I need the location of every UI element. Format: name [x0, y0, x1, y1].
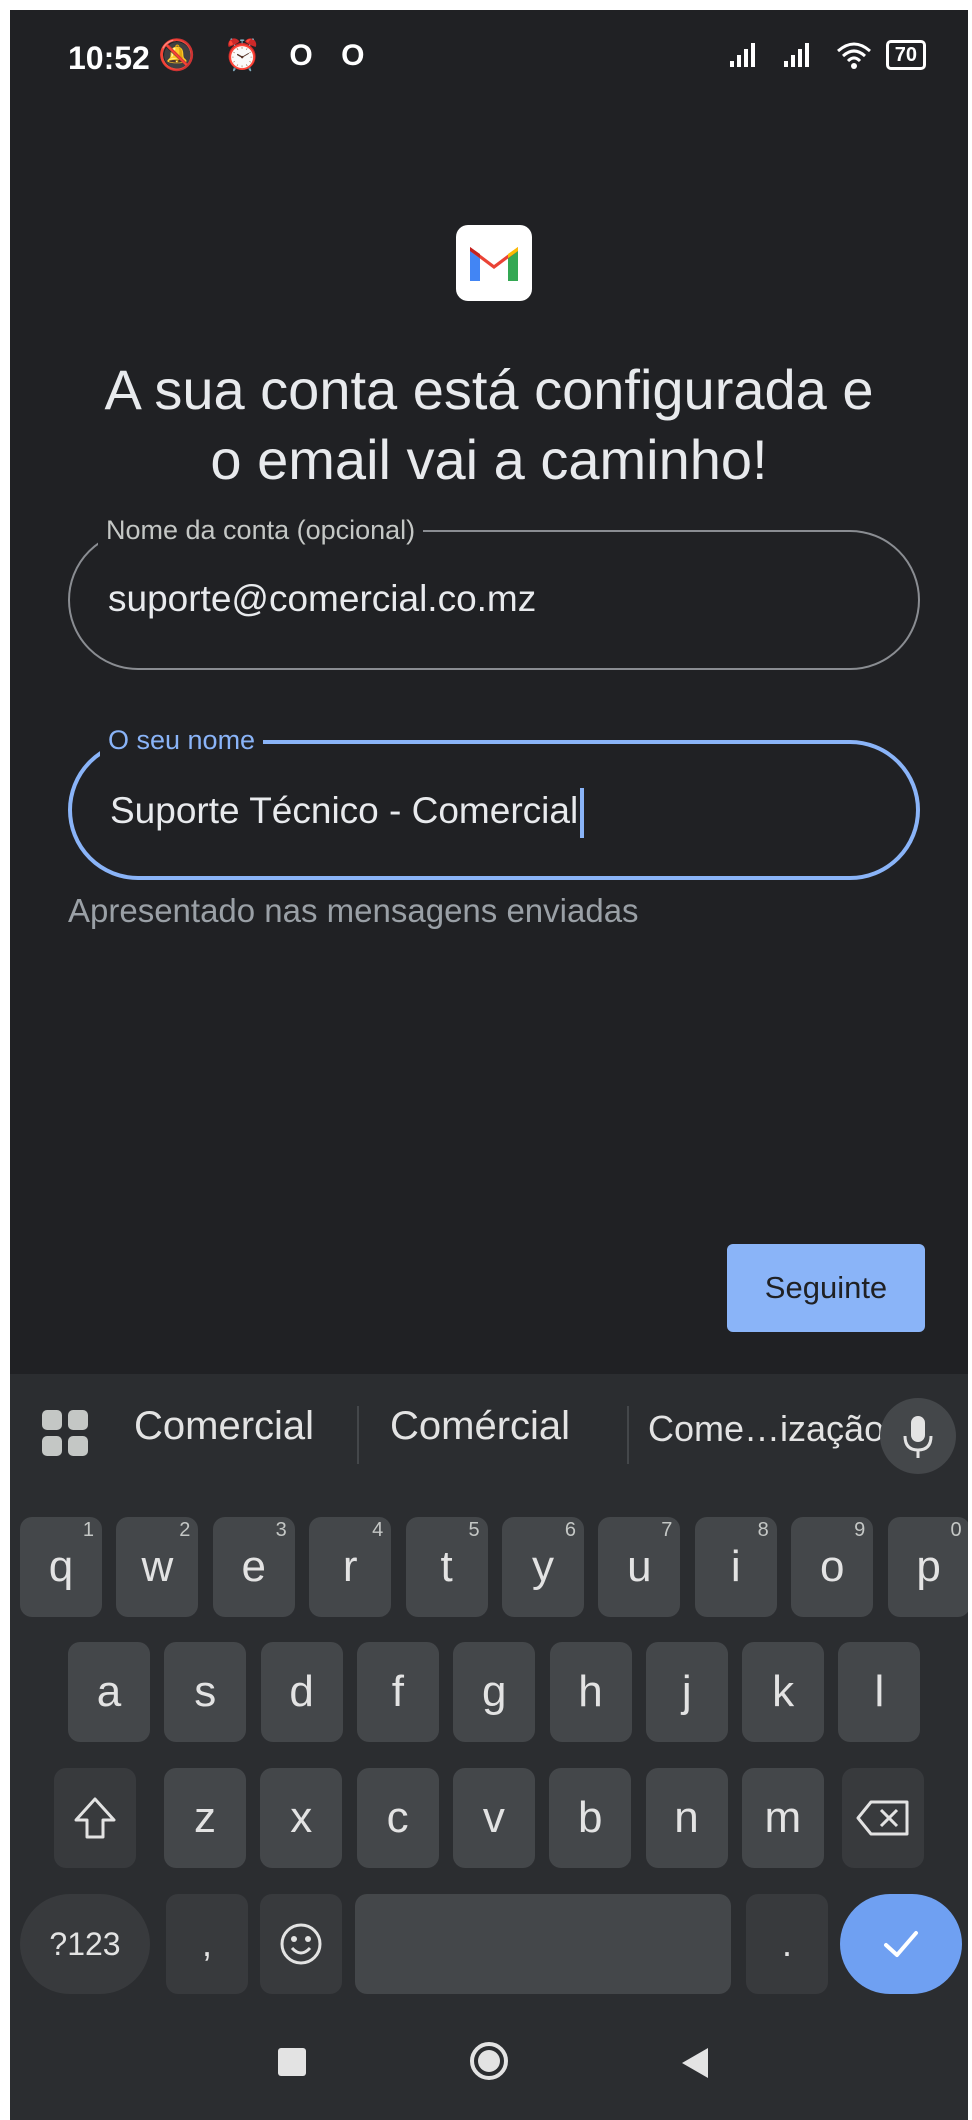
key-label: p [916, 1542, 941, 1591]
account-name-field[interactable]: Nome da conta (opcional) suporte@comerci… [68, 512, 920, 670]
page-title: A sua conta está configurada e o email v… [50, 355, 928, 495]
key-w[interactable]: w2 [116, 1517, 199, 1617]
key-label: t [440, 1542, 453, 1591]
your-name-label: O seu nome [100, 722, 264, 758]
backspace-icon [856, 1800, 909, 1836]
your-name-value: Suporte Técnico - Comercial [110, 789, 579, 831]
signal-icon-2 [783, 43, 809, 67]
key-hint: 5 [468, 1519, 480, 1541]
comma-key[interactable]: , [166, 1894, 248, 1994]
home-icon[interactable] [470, 2042, 508, 2080]
emoji-key[interactable] [260, 1894, 342, 1994]
text-cursor [580, 788, 585, 838]
recents-icon[interactable] [278, 2048, 306, 2076]
key-h[interactable]: h [549, 1642, 632, 1742]
your-name-field[interactable]: O seu nome Suporte Técnico - Comercial [68, 722, 920, 880]
key-label: i [730, 1542, 741, 1591]
muted-bell-icon: 🔕 [158, 39, 206, 72]
circle-notification-icon: O O [289, 39, 375, 72]
key-label: q [48, 1542, 74, 1591]
emoji-icon [280, 1923, 322, 1965]
back-icon[interactable] [682, 2048, 708, 2078]
key-label: r [342, 1542, 358, 1591]
shift-icon [74, 1797, 116, 1839]
wifi-icon [836, 42, 871, 69]
key-hint: 8 [757, 1519, 769, 1541]
key-c[interactable]: c [356, 1768, 439, 1868]
suggestion-divider [627, 1406, 629, 1464]
key-n[interactable]: n [645, 1768, 728, 1868]
key-g[interactable]: g [453, 1642, 536, 1742]
suggestion-divider [357, 1406, 359, 1464]
suggestion-3[interactable]: Come…ização [648, 1408, 884, 1450]
your-name-value-wrap: Suporte Técnico - Comercial [110, 788, 585, 838]
key-a[interactable]: a [68, 1642, 150, 1742]
key-hint: 4 [372, 1519, 384, 1541]
symbols-key[interactable]: ?123 [20, 1894, 150, 1994]
status-right: 70 [728, 40, 926, 70]
key-m[interactable]: m [741, 1768, 824, 1868]
space-key[interactable] [355, 1894, 731, 1994]
key-label: y [532, 1542, 554, 1591]
key-q[interactable]: q1 [20, 1517, 102, 1617]
gmail-logo [456, 225, 532, 301]
suggestion-2[interactable]: Comércial [390, 1404, 570, 1449]
key-label: w [141, 1542, 174, 1591]
key-d[interactable]: d [260, 1642, 343, 1742]
key-x[interactable]: x [260, 1768, 343, 1868]
key-hint: 1 [82, 1519, 94, 1541]
screen: 10:52 🔕 ⏰ O O 70 A sua conta está config… [10, 10, 968, 2120]
check-icon [884, 1931, 918, 1957]
key-s[interactable]: s [164, 1642, 247, 1742]
key-t[interactable]: t5 [405, 1517, 488, 1617]
key-label: e [241, 1542, 267, 1591]
battery-icon: 70 [885, 40, 926, 70]
key-hint: 6 [564, 1519, 576, 1541]
next-button[interactable]: Seguinte [727, 1244, 925, 1332]
enter-key[interactable] [840, 1894, 962, 1994]
status-bar: 10:52 🔕 ⏰ O O 70 [10, 10, 968, 110]
status-icons: 🔕 ⏰ O O [158, 38, 374, 73]
key-i[interactable]: i8 [694, 1517, 777, 1617]
suggestion-1[interactable]: Comercial [134, 1404, 314, 1449]
title-line-2: o email vai a caminho! [210, 428, 768, 491]
key-j[interactable]: j [645, 1642, 728, 1742]
key-z[interactable]: z [164, 1768, 246, 1868]
key-e[interactable]: e3 [212, 1517, 295, 1617]
signal-icon [729, 43, 755, 67]
key-label: u [627, 1542, 652, 1591]
key-v[interactable]: v [452, 1768, 535, 1868]
navigation-bar [10, 2006, 968, 2120]
key-k[interactable]: k [742, 1642, 825, 1742]
shift-key[interactable] [54, 1768, 136, 1868]
key-hint: 9 [854, 1519, 866, 1541]
key-p[interactable]: p0 [887, 1517, 968, 1617]
key-b[interactable]: b [549, 1768, 632, 1868]
helper-text: Apresentado nas mensagens enviadas [68, 892, 639, 929]
key-l[interactable]: l [838, 1642, 921, 1742]
keyboard: Comercial Comércial Come…ização q1w2e3r4… [10, 1374, 968, 2006]
status-time: 10:52 [68, 40, 150, 76]
key-hint: 0 [950, 1519, 962, 1541]
key-hint: 7 [661, 1519, 673, 1541]
account-name-value: suporte@comercial.co.mz [108, 578, 537, 619]
suggestion-bar: Comercial Comércial Come…ização [10, 1374, 968, 1484]
grid-icon[interactable] [42, 1410, 90, 1458]
key-o[interactable]: o9 [791, 1517, 874, 1617]
alarm-icon: ⏰ [223, 39, 272, 72]
mic-icon[interactable] [880, 1398, 956, 1474]
title-line-1: A sua conta está configurada e [104, 358, 874, 421]
key-u[interactable]: u7 [598, 1517, 681, 1617]
key-label: o [819, 1542, 845, 1591]
backspace-key[interactable] [842, 1768, 924, 1868]
key-f[interactable]: f [356, 1642, 439, 1742]
account-name-label: Nome da conta (opcional) [98, 512, 424, 548]
key-y[interactable]: y6 [502, 1517, 584, 1617]
key-r[interactable]: r4 [309, 1517, 392, 1617]
key-hint: 2 [179, 1519, 191, 1541]
key-hint: 3 [275, 1519, 287, 1541]
period-key[interactable]: . [746, 1894, 828, 1994]
